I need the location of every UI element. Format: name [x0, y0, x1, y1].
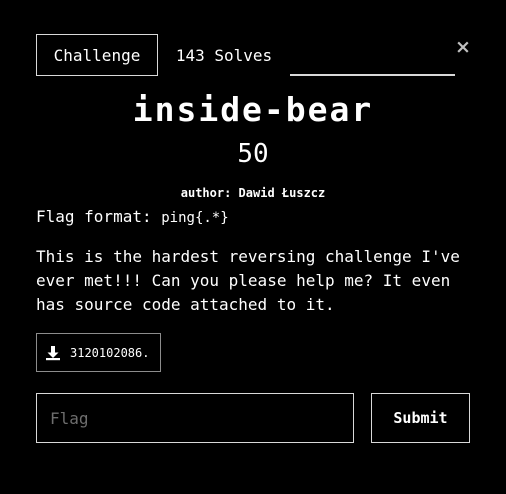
attachment-download-button[interactable]: 3120102086...: [36, 333, 161, 372]
challenge-modal: Challenge 143 Solves × inside-bear 50 au…: [0, 0, 506, 494]
challenge-author: author: Dawid Łuszcz: [180, 186, 326, 200]
tab-underline: [290, 74, 455, 76]
flag-format-label: Flag format:: [36, 207, 152, 226]
tab-challenge-label: Challenge: [53, 45, 141, 65]
download-icon: [46, 345, 60, 360]
flag-format: Flag format: ping{.*}: [36, 205, 476, 230]
challenge-title: inside-bear: [132, 90, 374, 129]
challenge-description: This is the hardest reversing challenge …: [36, 247, 460, 314]
flag-format-value: ping{.*}: [161, 210, 229, 226]
submit-button[interactable]: Submit: [371, 393, 470, 443]
tab-solves-label: 143 Solves: [175, 45, 273, 65]
challenge-points: 50: [237, 139, 269, 169]
tab-challenge[interactable]: Challenge: [36, 34, 158, 76]
close-icon[interactable]: ×: [453, 37, 473, 57]
flag-input[interactable]: [36, 393, 354, 443]
attachment-file-name: 3120102086...: [70, 345, 152, 360]
tab-solves[interactable]: 143 Solves: [164, 34, 284, 76]
submit-label: Submit: [393, 409, 448, 427]
